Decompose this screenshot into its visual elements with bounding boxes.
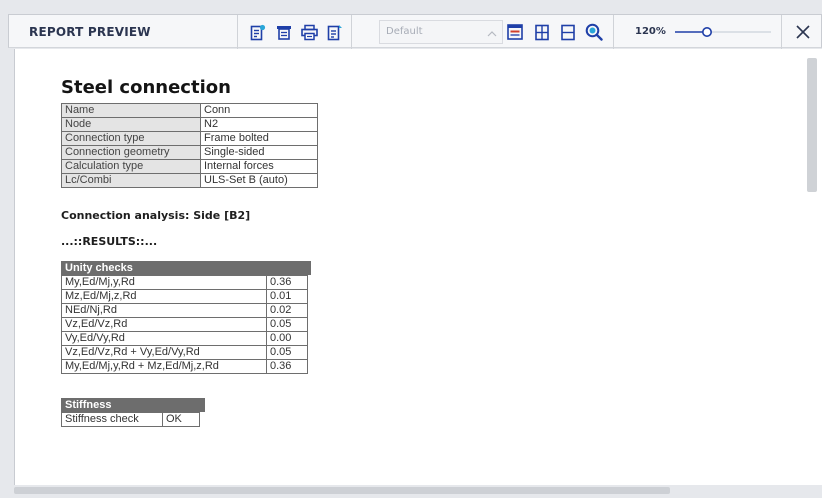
table-row: Node N2 (61, 117, 318, 132)
info-key: Connection type (61, 131, 201, 146)
results-heading: ...::RESULTS::... (61, 235, 158, 248)
template-combo-value: Default (386, 26, 423, 37)
zoom-level: 120% (635, 26, 666, 37)
connection-info-table: Name Conn Node N2 Connection type Frame bol… (61, 103, 318, 188)
layout-icon[interactable] (505, 22, 525, 42)
check-name: Mz,Ed/Mj,z,Rd (61, 289, 267, 304)
check-value: 0.05 (266, 345, 308, 360)
page-setup-icon[interactable] (274, 22, 294, 42)
check-value: 0.05 (266, 317, 308, 332)
stiffness-check-value: OK (162, 412, 200, 427)
table-row: Lc/Combi ULS-Set B (auto) (61, 173, 318, 188)
info-value: Single-sided (200, 145, 318, 160)
stiffness-table: Stiffness check OK (61, 412, 200, 427)
table-row: Vy,Ed/Vy,Rd 0.00 (61, 331, 308, 346)
toolbar-separator (781, 15, 782, 49)
report-preview-window: REPORT PREVIEW Default 120% Steel connec… (0, 0, 822, 498)
info-value: Conn (200, 103, 318, 118)
table-row: Name Conn (61, 103, 318, 118)
toolbar-separator (237, 15, 238, 49)
page-title: Steel connection (61, 77, 231, 98)
check-value: 0.00 (266, 331, 308, 346)
zoom-icon[interactable] (584, 22, 604, 42)
info-key: Calculation type (61, 159, 201, 174)
toolbar-separator (351, 15, 352, 49)
check-value: 0.01 (266, 289, 308, 304)
toolbar: REPORT PREVIEW Default 120% (8, 14, 822, 49)
table-row: Stiffness check OK (61, 412, 200, 427)
print-icon[interactable] (299, 22, 319, 42)
stiffness-header: Stiffness (61, 398, 205, 412)
vertical-scrollbar[interactable] (807, 58, 817, 192)
info-key: Name (61, 103, 201, 118)
analysis-heading: Connection analysis: Side [B2] (61, 209, 251, 222)
window-title: REPORT PREVIEW (29, 25, 151, 39)
toolbar-separator (613, 15, 614, 49)
fit-width-icon[interactable] (532, 22, 552, 42)
table-row: Connection type Frame bolted (61, 131, 318, 146)
check-name: My,Ed/Mj,y,Rd + Mz,Ed/Mj,z,Rd (61, 359, 267, 374)
table-row: Mz,Ed/Mj,z,Rd 0.01 (61, 289, 308, 304)
unity-checks-table: My,Ed/Mj,y,Rd 0.36 Mz,Ed/Mj,z,Rd 0.01 NEd/… (61, 275, 308, 374)
stiffness-check-name: Stiffness check (61, 412, 163, 427)
template-combo[interactable]: Default (379, 20, 503, 44)
table-row: NEd/Nj,Rd 0.02 (61, 303, 308, 318)
horizontal-scrollbar[interactable] (14, 487, 670, 494)
check-value: 0.02 (266, 303, 308, 318)
table-row: My,Ed/Mj,y,Rd + Mz,Ed/Mj,z,Rd 0.36 (61, 359, 308, 374)
zoom-slider[interactable] (673, 23, 773, 41)
info-value: Frame bolted (200, 131, 318, 146)
unity-checks-header: Unity checks (61, 261, 311, 275)
info-key: Lc/Combi (61, 173, 201, 188)
check-name: Vz,Ed/Vz,Rd + Vy,Ed/Vy,Rd (61, 345, 267, 360)
chevron-up-icon (486, 25, 498, 44)
check-name: Vz,Ed/Vz,Rd (61, 317, 267, 332)
info-key: Node (61, 117, 201, 132)
info-key: Connection geometry (61, 145, 201, 160)
fit-page-icon[interactable] (558, 22, 578, 42)
info-value: Internal forces (200, 159, 318, 174)
table-row: Vz,Ed/Vz,Rd 0.05 (61, 317, 308, 332)
export-text-icon[interactable] (325, 22, 345, 42)
table-row: Connection geometry Single-sided (61, 145, 318, 160)
check-name: NEd/Nj,Rd (61, 303, 267, 318)
info-value: N2 (200, 117, 318, 132)
close-icon[interactable] (792, 21, 814, 43)
check-value: 0.36 (266, 359, 308, 374)
table-row: Vz,Ed/Vz,Rd + Vy,Ed/Vy,Rd 0.05 (61, 345, 308, 360)
table-row: My,Ed/Mj,y,Rd 0.36 (61, 275, 308, 290)
check-name: My,Ed/Mj,y,Rd (61, 275, 267, 290)
table-row: Calculation type Internal forces (61, 159, 318, 174)
info-value: ULS-Set B (auto) (200, 173, 318, 188)
check-value: 0.36 (266, 275, 308, 290)
check-name: Vy,Ed/Vy,Rd (61, 331, 267, 346)
export-icon[interactable] (248, 22, 268, 42)
